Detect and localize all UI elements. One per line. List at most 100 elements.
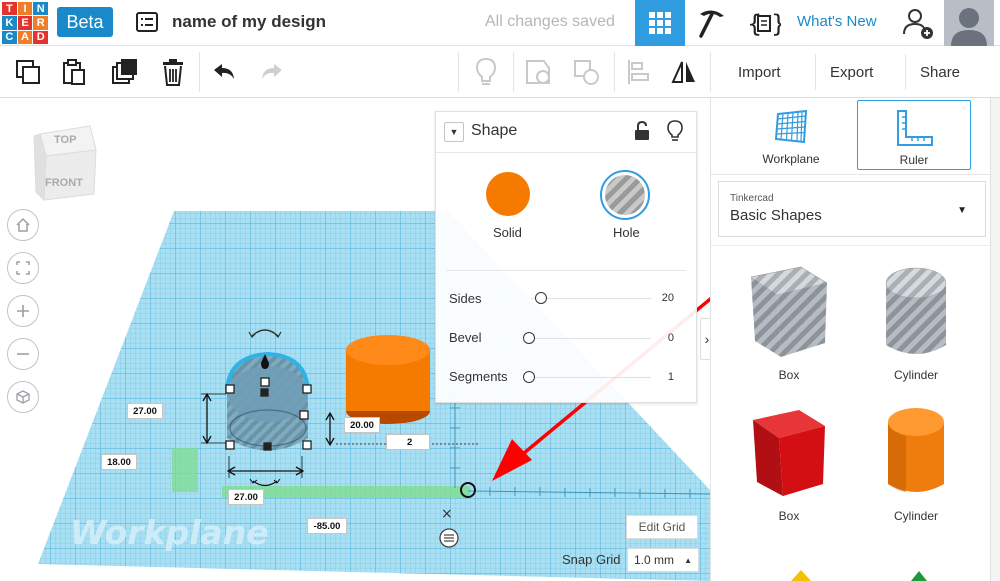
shape-tile-box-solid[interactable]: Box (729, 394, 849, 524)
undo-icon (214, 64, 234, 79)
cylinder-hole-icon (885, 267, 947, 354)
invite-user-button[interactable] (900, 5, 936, 41)
fit-view-button[interactable] (7, 252, 39, 284)
grid-icon (649, 12, 671, 34)
height-dimension[interactable]: 20.00 (344, 417, 380, 433)
delete-button[interactable] (155, 54, 191, 90)
notes-button[interactable] (468, 54, 504, 90)
segments-value[interactable]: 1 (634, 371, 674, 383)
view-cube[interactable]: TOP FRONT (32, 122, 100, 202)
bevel-slider-track[interactable] (531, 338, 651, 339)
logo-letter: N (33, 2, 48, 16)
logo-letter: K (2, 16, 17, 30)
whats-new-link[interactable]: What's New (797, 13, 877, 30)
logo-letter: I (17, 2, 33, 16)
export-button[interactable]: Export (815, 54, 887, 90)
logo-letter: C (2, 30, 17, 44)
ungroup-button[interactable] (568, 54, 604, 90)
tinkercad-app: T I N K E R C A D Beta name of my design… (0, 0, 1000, 581)
trash-icon (163, 59, 183, 86)
width-dimension[interactable]: 27.00 (228, 489, 264, 505)
align-button[interactable] (620, 54, 656, 90)
paste-button[interactable] (56, 54, 92, 90)
window-edge (990, 98, 1000, 581)
pickaxe-icon (699, 10, 724, 38)
collapse-inspector-button[interactable]: ▼ (444, 122, 464, 142)
chevron-down-icon: ▼ (449, 127, 459, 137)
solid-label: Solid (493, 225, 522, 240)
edit-toolbar: Import Export Share (0, 46, 1000, 98)
home-view-button[interactable] (7, 209, 39, 241)
lock-icon[interactable] (633, 120, 651, 142)
shape-library-select[interactable]: Tinkercad Basic Shapes ▼ (718, 181, 986, 237)
segments-slider-knob[interactable] (523, 371, 535, 383)
beta-badge: Beta (57, 7, 113, 37)
edit-grid-button[interactable]: Edit Grid (626, 515, 698, 539)
plus-icon (17, 305, 29, 317)
library-name: Basic Shapes (730, 207, 822, 224)
shape-tile-cylinder-hole[interactable]: Cylinder (856, 253, 976, 383)
duplicate-button[interactable] (106, 54, 142, 90)
ruler-close-icon[interactable]: × (441, 506, 453, 522)
sides-slider-track[interactable] (531, 298, 651, 299)
user-add-icon (903, 9, 933, 39)
tinkercad-logo[interactable]: T I N K E R C A D (2, 2, 48, 44)
ruler-tool-button[interactable]: Ruler (857, 100, 971, 170)
user-avatar[interactable] (944, 0, 994, 46)
perspective-button[interactable] (7, 381, 39, 413)
design-list-icon[interactable] (135, 11, 159, 33)
shape-tile-cylinder-solid[interactable]: Cylinder (856, 394, 976, 524)
viewcube-top-label: TOP (54, 134, 77, 146)
front-offset-dimension[interactable]: -85.00 (307, 518, 347, 534)
depth-dimension[interactable]: 27.00 (127, 403, 163, 419)
shape-label: Box (778, 368, 800, 382)
snap-grid-select[interactable]: 1.0 mm ▲ (627, 548, 699, 572)
group-button[interactable] (520, 54, 556, 90)
shape-label: Box (778, 509, 800, 523)
save-status: All changes saved (485, 13, 615, 30)
bevel-slider-knob[interactable] (523, 332, 535, 344)
library-provider: Tinkercad (730, 193, 774, 204)
bevel-value[interactable]: 0 (634, 332, 674, 344)
workplane-tool-button[interactable]: Workplane (741, 100, 841, 170)
snap-grid-label: Snap Grid (562, 552, 621, 567)
duplicate-icon (112, 59, 137, 84)
svg-text:{: { (747, 10, 762, 38)
share-button[interactable]: Share (905, 54, 974, 90)
design-name[interactable]: name of my design (172, 12, 326, 32)
segments-slider-track[interactable] (531, 377, 651, 378)
more-shapes-peek (781, 568, 931, 581)
ungroup-icon (574, 60, 599, 85)
logo-letter: D (33, 30, 48, 44)
left-offset-dimension[interactable]: 18.00 (101, 454, 137, 470)
3d-design-view-button[interactable] (635, 0, 685, 46)
shape-tile-box-hole[interactable]: Box (729, 253, 849, 383)
fit-view-icon (16, 261, 30, 275)
mirror-button[interactable] (666, 54, 702, 90)
hole-swatch[interactable] (600, 170, 650, 220)
shape-label: Cylinder (893, 368, 938, 382)
elevation-dimension[interactable]: 2 (386, 434, 430, 450)
sides-value[interactable]: 20 (634, 292, 674, 304)
copy-button[interactable] (10, 54, 46, 90)
solid-color-swatch[interactable] (486, 172, 530, 216)
paste-icon (63, 59, 85, 85)
import-button[interactable]: Import (724, 54, 795, 90)
hole-cylinder[interactable] (225, 351, 310, 451)
ruler-icon (897, 110, 933, 146)
codeblocks-button[interactable]: {} (740, 0, 788, 46)
zoom-in-button[interactable] (7, 295, 39, 327)
bevel-label: Bevel (449, 330, 482, 345)
zoom-out-button[interactable] (7, 338, 39, 370)
sides-label: Sides (449, 291, 482, 306)
caret-down-icon: ▼ (957, 205, 967, 216)
orange-cylinder[interactable] (346, 335, 430, 424)
bricks-view-button[interactable] (688, 0, 736, 46)
lightbulb-icon[interactable] (666, 120, 684, 142)
sides-slider-knob[interactable] (535, 292, 547, 304)
snap-grid-value: 1.0 mm (634, 553, 675, 567)
undo-button[interactable] (206, 54, 242, 90)
cylinder-solid-icon (888, 408, 944, 492)
redo-button[interactable] (254, 54, 290, 90)
inspector-title: Shape (471, 122, 518, 139)
